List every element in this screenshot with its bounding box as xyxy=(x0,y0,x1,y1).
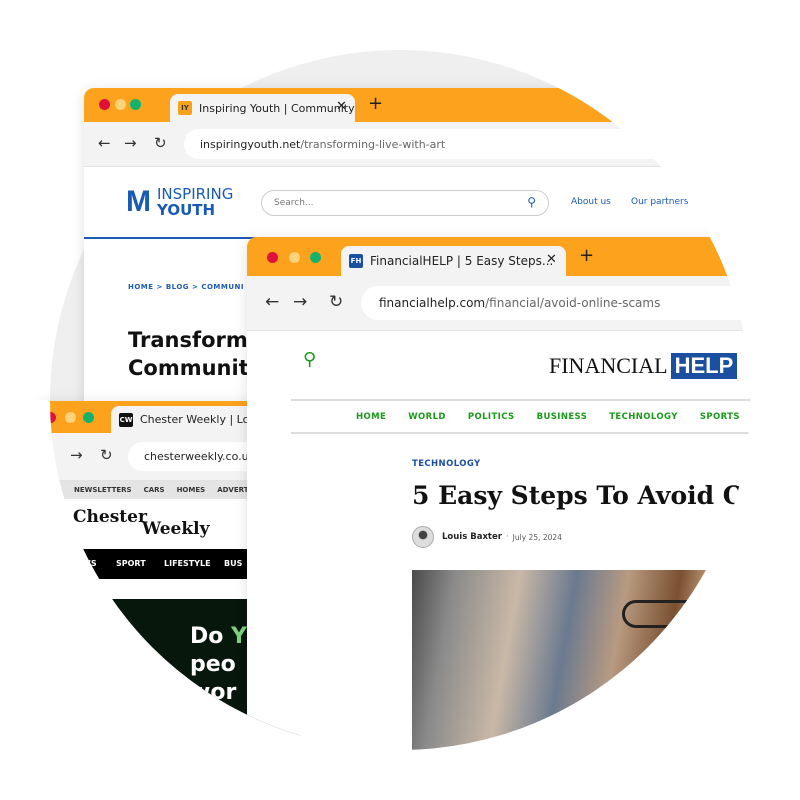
iy-logo[interactable]: M INSPIRING YOUTH xyxy=(126,185,233,219)
reload-icon[interactable]: ↻ xyxy=(100,446,113,464)
fh-favicon: FH xyxy=(349,254,363,268)
back-icon[interactable]: - xyxy=(44,446,49,464)
close-tab-icon[interactable]: ✕ xyxy=(546,252,557,267)
minimize-dot[interactable] xyxy=(65,412,76,423)
close-dot[interactable] xyxy=(99,99,110,110)
article-hero-image xyxy=(412,570,800,770)
search-icon[interactable]: ⚲ xyxy=(527,195,536,209)
back-icon[interactable]: ← xyxy=(98,134,111,152)
article-title: Transformi Community xyxy=(128,328,263,380)
tab-financial-help[interactable]: FH FinancialHELP | 5 Easy Steps... ✕ xyxy=(341,246,566,276)
close-tab-icon[interactable]: ✕ xyxy=(336,99,347,114)
glasses-shape xyxy=(622,600,702,628)
main-nav: HOME WORLD POLITICS BUSINESS TECHNOLOGY … xyxy=(291,401,800,434)
minimize-dot[interactable] xyxy=(115,99,126,110)
maximize-dot[interactable] xyxy=(310,252,321,263)
address-bar[interactable]: inspiringyouth.net/transforming-live-wit… xyxy=(184,129,784,159)
publish-date: July 25, 2024 xyxy=(512,532,562,542)
forward-icon[interactable]: → xyxy=(70,446,83,464)
iy-favicon: IY xyxy=(178,101,192,115)
forward-icon[interactable]: → xyxy=(293,292,307,312)
forward-icon[interactable]: → xyxy=(124,134,137,152)
reload-icon[interactable]: ↻ xyxy=(154,134,167,152)
reload-icon[interactable]: ↻ xyxy=(329,292,343,312)
new-tab-icon[interactable]: + xyxy=(368,93,383,114)
link-about-us[interactable]: About us xyxy=(571,197,611,207)
cw-favicon: CW xyxy=(119,413,133,427)
back-icon[interactable]: ← xyxy=(265,292,279,312)
new-tab-icon[interactable]: + xyxy=(579,245,594,266)
browser-window-financial-help: FH FinancialHELP | 5 Easy Steps... ✕ + ←… xyxy=(247,237,800,797)
author-name[interactable]: Louis Baxter xyxy=(442,532,502,542)
maximize-dot[interactable] xyxy=(83,412,94,423)
search-icon[interactable]: ⚲ xyxy=(303,349,316,370)
link-our-partners[interactable]: Our partners xyxy=(631,197,688,207)
tab-inspiring-youth[interactable]: IY Inspiring Youth | Community ✕ xyxy=(170,94,355,122)
close-dot[interactable] xyxy=(267,252,278,263)
author-avatar[interactable] xyxy=(412,526,434,548)
maximize-dot[interactable] xyxy=(130,99,141,110)
minimize-dot[interactable] xyxy=(289,252,300,263)
search-input[interactable]: Search... ⚲ xyxy=(261,190,549,216)
address-bar[interactable]: financialhelp.com/financial/avoid-online… xyxy=(361,286,800,320)
breadcrumb: HOME > BLOG > COMMUNI xyxy=(128,283,244,291)
author-line: Louis Baxter · July 25, 2024 xyxy=(412,526,562,548)
article-category[interactable]: TECHNOLOGY xyxy=(412,459,481,469)
article-title: 5 Easy Steps To Avoid Onli xyxy=(412,481,782,510)
fh-logo[interactable]: FINANCIAL HELP xyxy=(549,353,737,379)
